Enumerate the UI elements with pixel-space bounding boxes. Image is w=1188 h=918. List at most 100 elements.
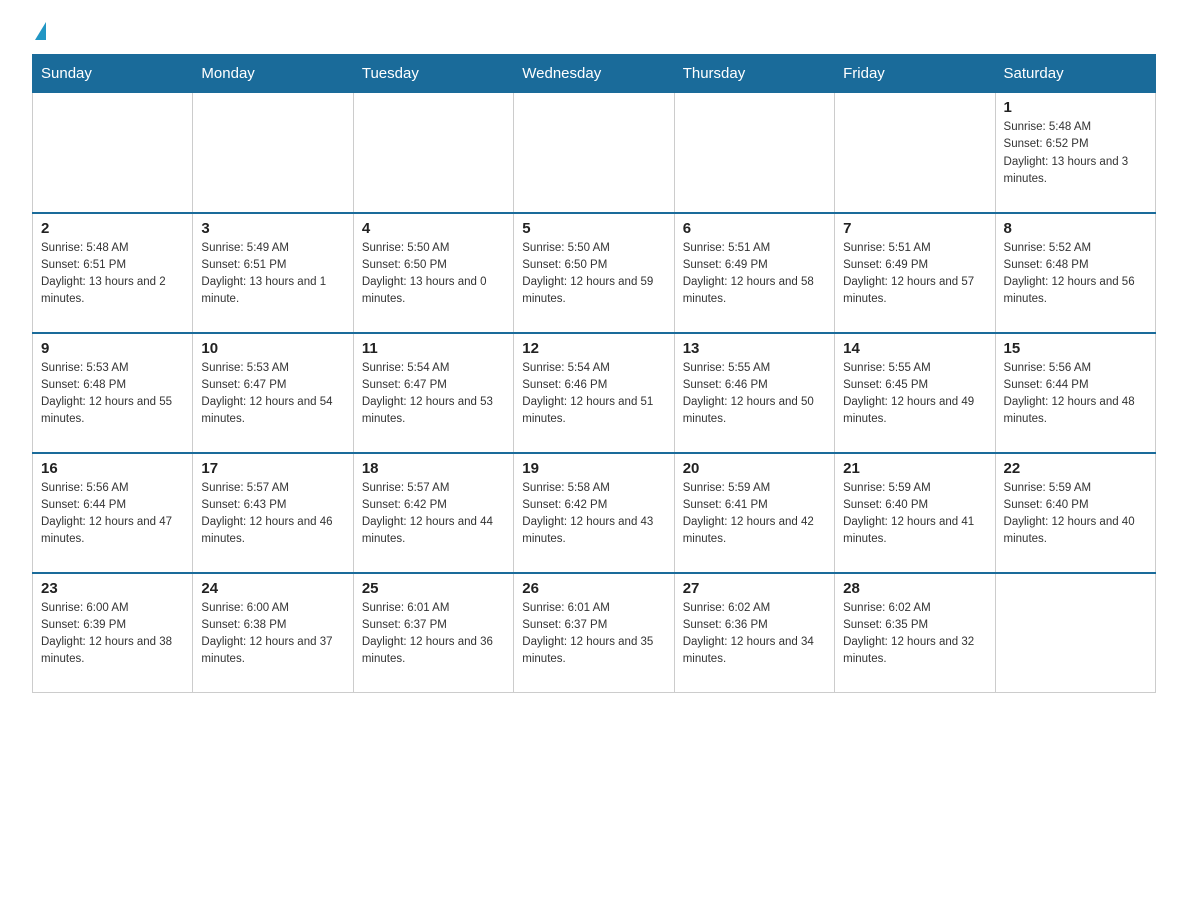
day-number: 10 (201, 340, 344, 357)
day-number: 7 (843, 220, 986, 237)
day-info-text: Sunset: 6:36 PM (683, 617, 826, 634)
calendar-cell (995, 573, 1155, 693)
day-info-text: Sunrise: 6:01 AM (522, 600, 665, 617)
day-number: 17 (201, 460, 344, 477)
day-info-text: Sunset: 6:42 PM (362, 497, 505, 514)
calendar-cell (33, 93, 193, 213)
day-number: 20 (683, 460, 826, 477)
calendar-cell: 23Sunrise: 6:00 AMSunset: 6:39 PMDayligh… (33, 573, 193, 693)
day-info-text: Sunrise: 5:55 AM (683, 360, 826, 377)
calendar-cell (353, 93, 513, 213)
day-number: 27 (683, 580, 826, 597)
day-info-text: Sunset: 6:37 PM (522, 617, 665, 634)
calendar-cell: 24Sunrise: 6:00 AMSunset: 6:38 PMDayligh… (193, 573, 353, 693)
calendar-cell: 9Sunrise: 5:53 AMSunset: 6:48 PMDaylight… (33, 333, 193, 453)
day-number: 11 (362, 340, 505, 357)
day-number: 14 (843, 340, 986, 357)
calendar-cell: 11 Sunrise: 5:54 AMSunset: 6:47 PMDayligh… (353, 333, 513, 453)
day-info-text: Daylight: 12 hours and 43 minutes. (522, 514, 665, 549)
week-row-4: 16Sunrise: 5:56 AMSunset: 6:44 PMDayligh… (33, 453, 1156, 573)
day-info-text: Daylight: 12 hours and 44 minutes. (362, 514, 505, 549)
day-info-text: Daylight: 12 hours and 58 minutes. (683, 274, 826, 309)
day-info-text: Sunrise: 6:00 AM (41, 600, 184, 617)
day-info-text: Daylight: 12 hours and 47 minutes. (41, 514, 184, 549)
day-info-text: Sunset: 6:44 PM (41, 497, 184, 514)
day-info-text: Sunset: 6:37 PM (362, 617, 505, 634)
day-info-text: Sunset: 6:47 PM (362, 377, 505, 394)
day-number: 15 (1004, 340, 1147, 357)
day-info-text: Daylight: 12 hours and 36 minutes. (362, 634, 505, 669)
day-number: 6 (683, 220, 826, 237)
calendar-cell (674, 93, 834, 213)
day-number: 1 (1004, 99, 1147, 116)
day-info-text: Sunset: 6:48 PM (41, 377, 184, 394)
day-info-text: Sunrise: 5:57 AM (362, 480, 505, 497)
day-info-text: Sunrise: 5:55 AM (843, 360, 986, 377)
day-info-text: Sunset: 6:47 PM (201, 377, 344, 394)
calendar-cell: 4Sunrise: 5:50 AMSunset: 6:50 PMDaylight… (353, 213, 513, 333)
calendar-cell: 2Sunrise: 5:48 AMSunset: 6:51 PMDaylight… (33, 213, 193, 333)
calendar-cell: 18 Sunrise: 5:57 AMSunset: 6:42 PMDayligh… (353, 453, 513, 573)
calendar-cell: 10Sunrise: 5:53 AMSunset: 6:47 PMDayligh… (193, 333, 353, 453)
day-info-text: Daylight: 12 hours and 40 minutes. (1004, 514, 1147, 549)
day-info-text: Daylight: 13 hours and 1 minute. (201, 274, 344, 309)
calendar-cell (835, 93, 995, 213)
day-info-text: Daylight: 12 hours and 49 minutes. (843, 394, 986, 429)
day-number: 23 (41, 580, 184, 597)
logo-triangle-icon (35, 22, 46, 40)
calendar-cell: 7Sunrise: 5:51 AMSunset: 6:49 PMDaylight… (835, 213, 995, 333)
calendar-cell: 17Sunrise: 5:57 AMSunset: 6:43 PMDayligh… (193, 453, 353, 573)
day-number: 26 (522, 580, 665, 597)
day-info-text: Sunset: 6:41 PM (683, 497, 826, 514)
calendar-cell: 28Sunrise: 6:02 AMSunset: 6:35 PMDayligh… (835, 573, 995, 693)
day-info-text: Sunset: 6:44 PM (1004, 377, 1147, 394)
calendar-cell: 27Sunrise: 6:02 AMSunset: 6:36 PMDayligh… (674, 573, 834, 693)
calendar-cell: 3Sunrise: 5:49 AMSunset: 6:51 PMDaylight… (193, 213, 353, 333)
day-info-text: Sunset: 6:50 PM (522, 257, 665, 274)
day-number: 12 (522, 340, 665, 357)
day-number: 5 (522, 220, 665, 237)
calendar-cell (514, 93, 674, 213)
day-info-text: Sunset: 6:40 PM (843, 497, 986, 514)
day-info-text: Sunrise: 5:58 AM (522, 480, 665, 497)
day-number: 3 (201, 220, 344, 237)
day-number: 21 (843, 460, 986, 477)
day-info-text: Sunrise: 5:54 AM (362, 360, 505, 377)
day-info-text: Daylight: 12 hours and 50 minutes. (683, 394, 826, 429)
day-info-text: Sunrise: 5:51 AM (843, 240, 986, 257)
day-number: 24 (201, 580, 344, 597)
day-info-text: Sunset: 6:49 PM (683, 257, 826, 274)
calendar-cell: 6Sunrise: 5:51 AMSunset: 6:49 PMDaylight… (674, 213, 834, 333)
day-number: 28 (843, 580, 986, 597)
logo (32, 24, 46, 42)
calendar-cell: 20Sunrise: 5:59 AMSunset: 6:41 PMDayligh… (674, 453, 834, 573)
day-info-text: Daylight: 13 hours and 2 minutes. (41, 274, 184, 309)
weekday-header-friday: Friday (835, 55, 995, 93)
calendar-cell: 12Sunrise: 5:54 AMSunset: 6:46 PMDayligh… (514, 333, 674, 453)
day-number: 16 (41, 460, 184, 477)
day-info-text: Daylight: 12 hours and 42 minutes. (683, 514, 826, 549)
day-number: 25 (362, 580, 505, 597)
day-info-text: Sunrise: 5:54 AM (522, 360, 665, 377)
calendar-cell: 26 Sunrise: 6:01 AMSunset: 6:37 PMDayligh… (514, 573, 674, 693)
weekday-header-wednesday: Wednesday (514, 55, 674, 93)
calendar-cell: 19Sunrise: 5:58 AMSunset: 6:42 PMDayligh… (514, 453, 674, 573)
day-info-text: Daylight: 12 hours and 53 minutes. (362, 394, 505, 429)
day-info-text: Sunset: 6:39 PM (41, 617, 184, 634)
week-row-3: 9Sunrise: 5:53 AMSunset: 6:48 PMDaylight… (33, 333, 1156, 453)
calendar-table: SundayMondayTuesdayWednesdayThursdayFrid… (32, 54, 1156, 693)
day-info-text: Daylight: 12 hours and 41 minutes. (843, 514, 986, 549)
day-number: 18 (362, 460, 505, 477)
day-info-text: Sunrise: 5:53 AM (201, 360, 344, 377)
day-info-text: Sunset: 6:40 PM (1004, 497, 1147, 514)
day-info-text: Sunset: 6:35 PM (843, 617, 986, 634)
calendar-cell: 22Sunrise: 5:59 AMSunset: 6:40 PMDayligh… (995, 453, 1155, 573)
day-info-text: Sunset: 6:48 PM (1004, 257, 1147, 274)
day-info-text: Daylight: 12 hours and 35 minutes. (522, 634, 665, 669)
calendar-cell: 1Sunrise: 5:48 AMSunset: 6:52 PMDaylight… (995, 93, 1155, 213)
day-info-text: Sunrise: 5:52 AM (1004, 240, 1147, 257)
day-number: 4 (362, 220, 505, 237)
day-info-text: Sunset: 6:42 PM (522, 497, 665, 514)
calendar-cell: 25Sunrise: 6:01 AMSunset: 6:37 PMDayligh… (353, 573, 513, 693)
week-row-2: 2Sunrise: 5:48 AMSunset: 6:51 PMDaylight… (33, 213, 1156, 333)
